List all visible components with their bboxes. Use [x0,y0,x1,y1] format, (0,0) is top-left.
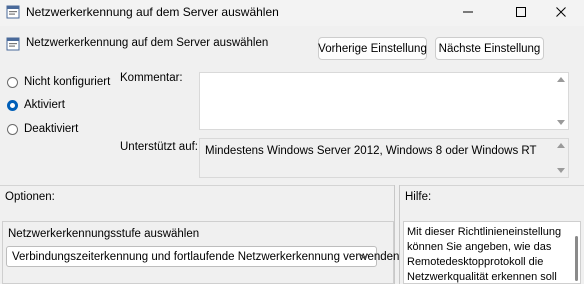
scroll-up-icon[interactable] [557,143,565,148]
scroll-up-icon[interactable] [557,77,565,82]
supported-box: Mindestens Windows Server 2012, Windows … [199,138,569,178]
comment-textarea[interactable] [199,72,569,130]
next-setting-button[interactable]: Nächste Einstellung [435,37,544,60]
chevron-down-icon [359,253,369,259]
radio-label: Aktiviert [24,99,65,111]
help-scrollbar-thumb[interactable] [575,236,578,281]
close-button[interactable] [538,0,584,24]
select-value: Verbindungszeiterkennung und fortlaufend… [12,250,400,263]
options-label: Optionen: [5,191,55,203]
radio-circle[interactable] [7,76,18,88]
supported-text: Mindestens Windows Server 2012, Windows … [205,145,537,157]
comment-scrollbar[interactable] [554,73,568,129]
supported-label: Unterstützt auf: [120,141,198,153]
radio-circle[interactable] [7,123,18,135]
close-icon [556,7,566,17]
divider [0,185,584,186]
scroll-down-icon[interactable] [557,168,565,173]
radio-not-configured[interactable]: Nicht konfiguriert [7,75,110,89]
radio-label: Deaktiviert [24,123,79,135]
radio-enabled[interactable]: Aktiviert [7,98,65,112]
help-panel: Mit dieser Richtlinieneinstellung können… [403,221,581,284]
network-detection-level-select[interactable]: Verbindungszeiterkennung und fortlaufend… [6,246,399,267]
comment-label: Kommentar: [120,72,183,84]
minimize-icon [463,11,473,13]
minimize-button[interactable] [445,0,491,24]
help-text: Mit dieser Richtlinieneinstellung können… [407,226,562,283]
network-detection-level-label: Netzwerkerkennungsstufe auswählen [8,228,200,240]
policy-setting-icon [6,37,20,51]
title-bar: Netzwerkerkennung auf dem Server auswähl… [0,0,584,26]
window-title: Netzwerkerkennung auf dem Server auswähl… [26,5,279,19]
help-label: Hilfe: [405,191,432,203]
scroll-down-icon[interactable] [557,120,565,125]
policy-name: Netzwerkerkennung auf dem Server auswähl… [26,37,269,49]
radio-label: Nicht konfiguriert [24,76,111,88]
maximize-icon [516,7,526,17]
radio-disabled[interactable]: Deaktiviert [7,122,78,136]
previous-setting-button[interactable]: Vorherige Einstellung [318,37,427,60]
radio-circle-checked[interactable] [7,99,18,111]
pane-splitter[interactable] [394,185,400,284]
supported-scrollbar[interactable] [554,139,568,177]
policy-setting-icon [6,5,20,19]
